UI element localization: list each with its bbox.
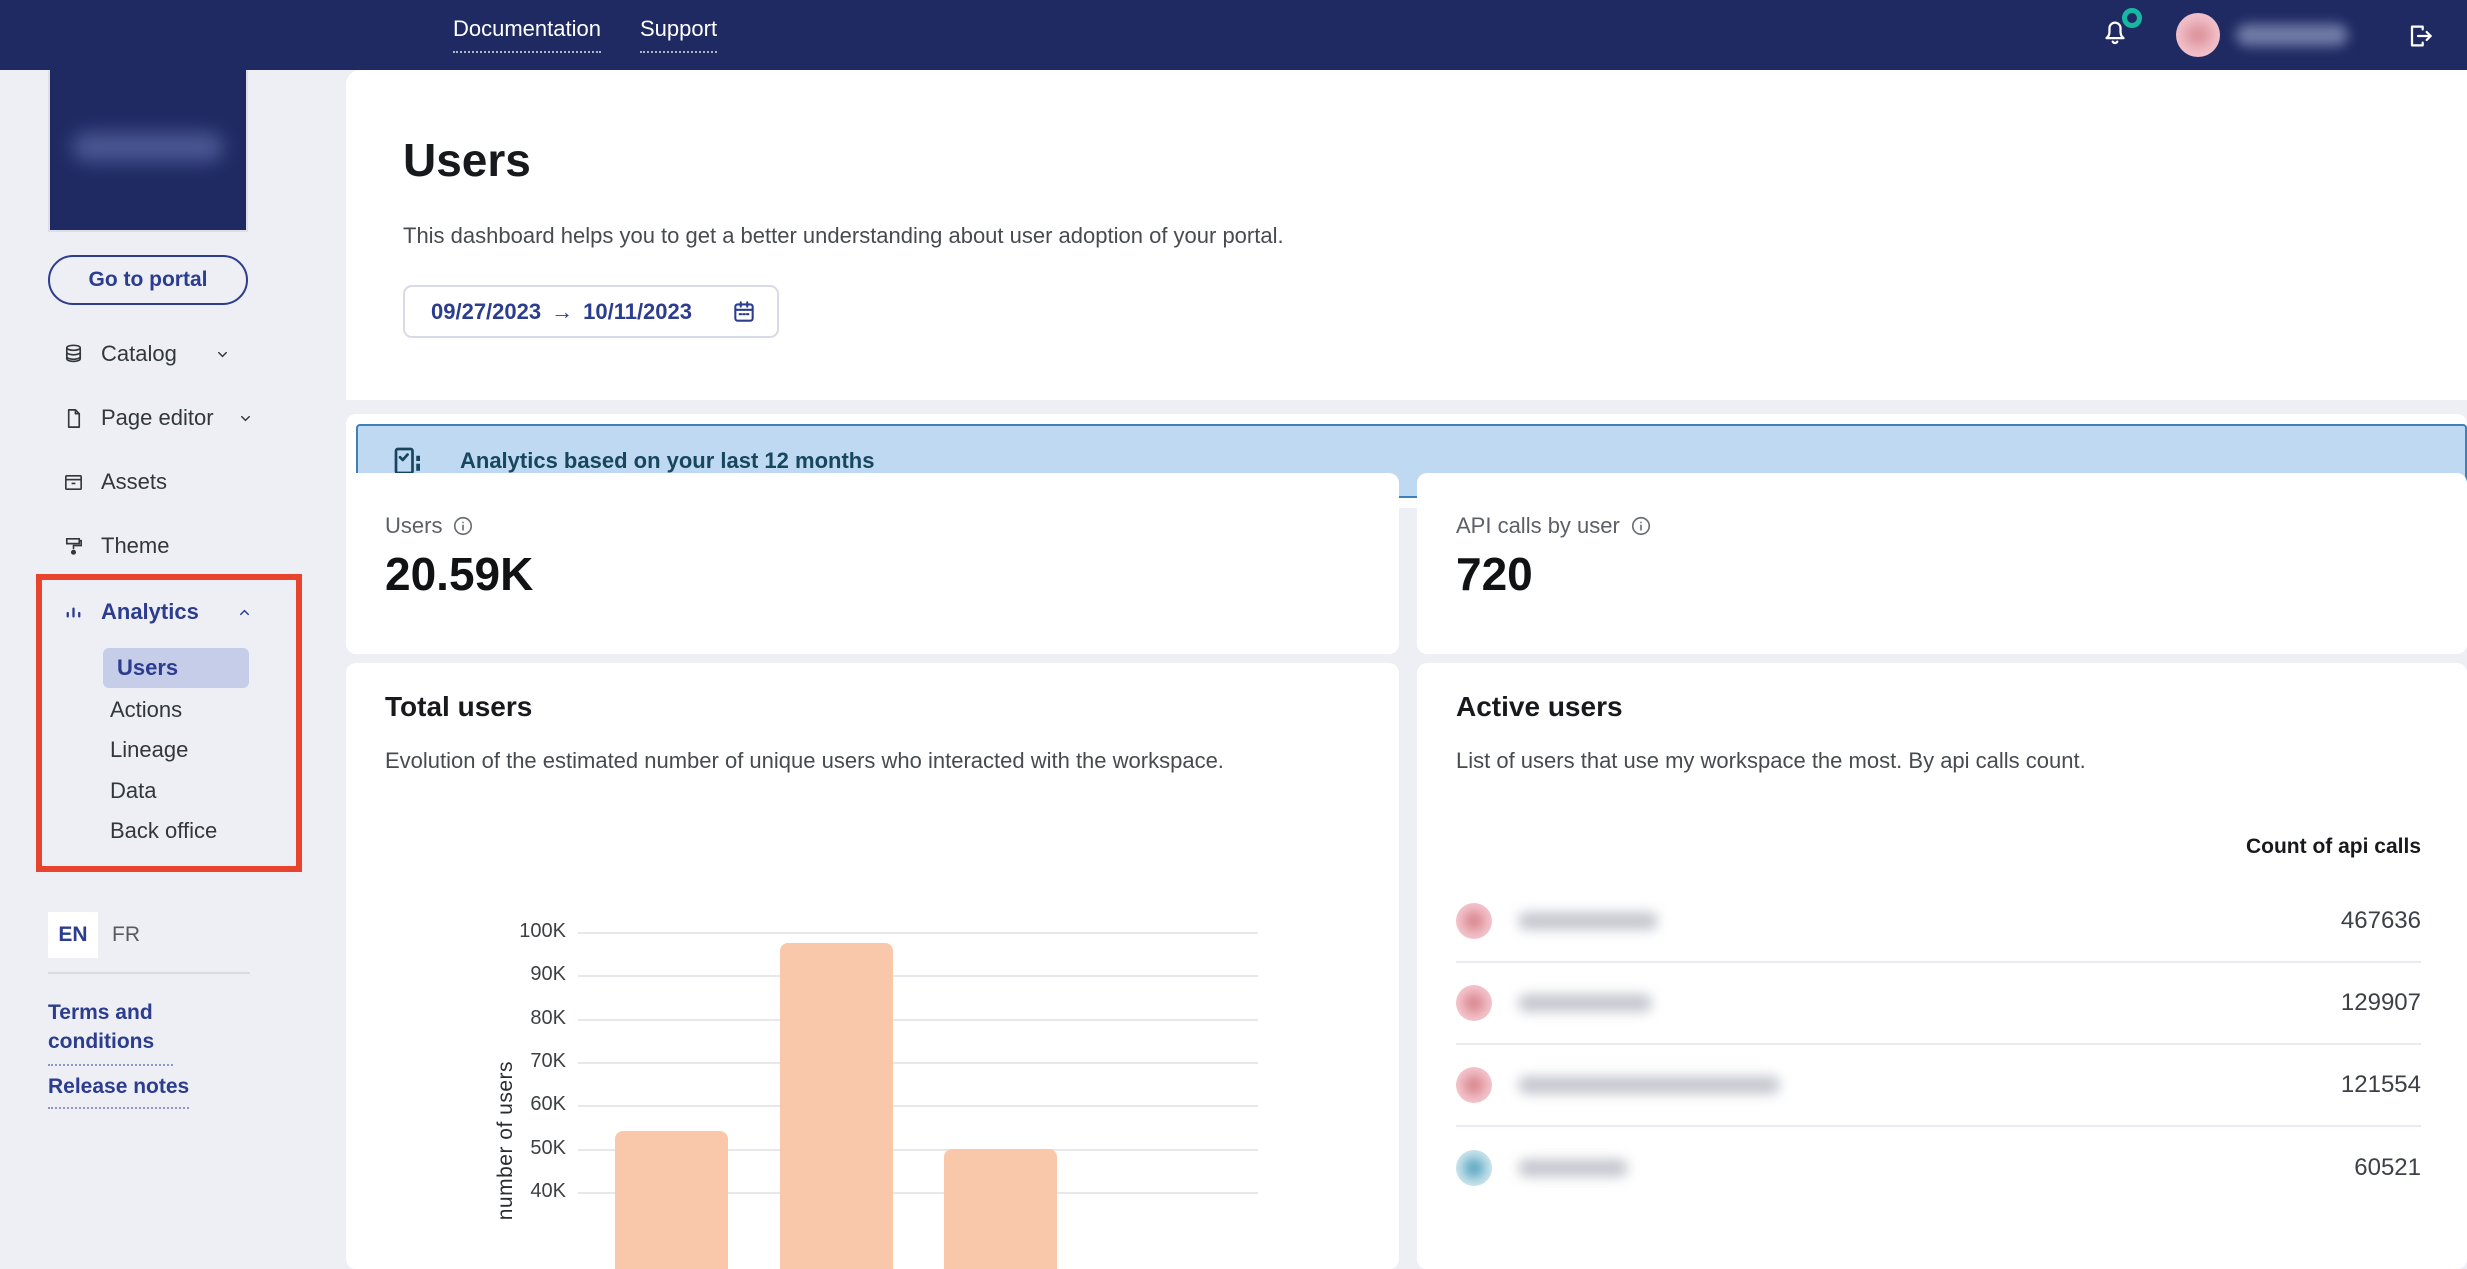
y-axis-tick-label: 60K bbox=[530, 1093, 566, 1116]
page-icon bbox=[67, 408, 81, 428]
sidebar-subitem-back-office[interactable]: Back office bbox=[110, 818, 217, 844]
card-title: Active users bbox=[1456, 691, 1623, 722]
chart-gridline bbox=[578, 1018, 1258, 1021]
card-description: List of users that use my workspace the … bbox=[1456, 748, 2086, 773]
sidebar-item-label: Analytics bbox=[101, 599, 199, 624]
sign-out-icon bbox=[2410, 25, 2432, 47]
logout-button[interactable] bbox=[2404, 20, 2436, 52]
table-row[interactable]: 60521 bbox=[1456, 1127, 2421, 1209]
page-header-card: Users This dashboard helps you to get a … bbox=[346, 70, 2467, 400]
archive-box-icon bbox=[65, 474, 82, 490]
page-title: Users bbox=[403, 134, 531, 186]
support-link[interactable]: Support bbox=[640, 16, 718, 53]
info-icon[interactable] bbox=[452, 515, 474, 537]
sidebar-item-analytics[interactable]: Analytics bbox=[62, 599, 252, 625]
user-avatar bbox=[1456, 985, 1492, 1021]
sidebar-item-catalog[interactable]: Catalog bbox=[62, 341, 230, 367]
calendar-icon bbox=[731, 299, 757, 325]
sidebar-item-theme[interactable]: Theme bbox=[62, 533, 169, 559]
logo-blurred-text bbox=[72, 132, 224, 162]
y-axis-tick-label: 70K bbox=[530, 1049, 566, 1072]
table-row[interactable]: 121554 bbox=[1456, 1045, 2421, 1127]
total-users-bar-chart: number of users 100K 90K 80K 70K 60K 50K 40K bbox=[346, 663, 1399, 1269]
bar-chart-icon bbox=[66, 607, 81, 617]
api-call-count: 129907 bbox=[2340, 989, 2421, 1016]
metric-value: 720 bbox=[1456, 548, 1533, 600]
active-users-card: Active users List of users that use my w… bbox=[1417, 663, 2467, 1269]
y-axis-tick-label: 100K bbox=[519, 920, 566, 942]
banner-text: Analytics based on your last 12 months bbox=[460, 448, 875, 473]
total-users-card: Total users Evolution of the estimated n… bbox=[346, 663, 1399, 1269]
y-axis-tick-label: 50K bbox=[530, 1136, 566, 1159]
username-blurred bbox=[1518, 1159, 1628, 1177]
chart-gridline bbox=[578, 975, 1258, 978]
chart-bar bbox=[615, 1131, 728, 1269]
info-icon[interactable] bbox=[1630, 515, 1652, 537]
sidebar-subitem-actions[interactable]: Actions bbox=[110, 697, 182, 723]
documentation-link[interactable]: Documentation bbox=[453, 16, 601, 53]
main-content: Users This dashboard helps you to get a … bbox=[346, 0, 2467, 1269]
user-avatar bbox=[1456, 1067, 1492, 1103]
chart-gridline bbox=[578, 1105, 1258, 1108]
top-navigation-bar: Documentation Support bbox=[0, 0, 2467, 70]
chart-bar bbox=[944, 1149, 1057, 1269]
sidebar-item-label: Page editor bbox=[101, 405, 214, 430]
arrow-right-icon: → bbox=[551, 298, 574, 324]
notifications-button[interactable] bbox=[2098, 8, 2142, 54]
chevron-down-icon bbox=[240, 415, 250, 421]
date-end: 10/11/2023 bbox=[583, 298, 693, 324]
table-row[interactable]: 467636 bbox=[1456, 881, 2421, 963]
sidebar-subitem-data[interactable]: Data bbox=[110, 778, 156, 804]
sidebar: Go to portal Catalog Page editor Assets … bbox=[0, 68, 346, 1269]
api-call-count: 467636 bbox=[2340, 907, 2421, 934]
sidebar-item-assets[interactable]: Assets bbox=[62, 469, 167, 495]
table-row[interactable]: 129907 bbox=[1456, 963, 2421, 1045]
date-start: 09/27/2023 bbox=[431, 298, 542, 324]
language-toggle-en[interactable]: EN bbox=[48, 912, 98, 958]
chart-gridline bbox=[578, 932, 1258, 934]
active-users-list: 467636 129907 121554 60521 bbox=[1456, 881, 2421, 1209]
count-of-api-calls-header: Count of api calls bbox=[2245, 835, 2421, 858]
y-axis-tick-label: 80K bbox=[530, 1006, 566, 1029]
chart-bar bbox=[780, 942, 893, 1269]
api-call-count: 121554 bbox=[2340, 1071, 2421, 1098]
page-description: This dashboard helps you to get a better… bbox=[403, 223, 1284, 248]
y-axis-tick-label: 90K bbox=[530, 963, 566, 986]
sidebar-item-page-editor[interactable]: Page editor bbox=[62, 405, 253, 431]
go-to-portal-button[interactable]: Go to portal bbox=[48, 255, 248, 305]
sidebar-divider bbox=[48, 972, 250, 974]
metric-value: 20.59K bbox=[385, 548, 534, 600]
notification-badge bbox=[2122, 8, 2142, 28]
user-avatar[interactable] bbox=[2176, 13, 2220, 57]
sidebar-subitem-lineage[interactable]: Lineage bbox=[110, 737, 188, 763]
release-notes-link[interactable]: Release notes bbox=[48, 1072, 190, 1109]
user-avatar bbox=[1456, 1150, 1492, 1186]
chart-gridline bbox=[578, 1061, 1258, 1064]
database-icon bbox=[65, 343, 82, 362]
chevron-down-icon bbox=[217, 351, 227, 357]
language-toggle-fr[interactable]: FR bbox=[112, 912, 140, 958]
paint-format-icon bbox=[65, 537, 82, 555]
avatar-blurred-photo bbox=[2184, 23, 2212, 47]
api-calls-metric-card: API calls by user 720 bbox=[1417, 473, 2467, 654]
metric-label: API calls by user bbox=[1456, 513, 1620, 538]
sidebar-item-label: Theme bbox=[101, 533, 170, 558]
username-blurred bbox=[1518, 912, 1658, 930]
users-metric-card: Users 20.59K bbox=[346, 473, 1399, 654]
chevron-up-icon bbox=[239, 609, 249, 615]
workspace-logo bbox=[48, 68, 248, 232]
api-call-count: 60521 bbox=[2354, 1154, 2421, 1181]
y-axis-tick-label: 40K bbox=[530, 1179, 566, 1202]
date-range-picker[interactable]: 09/27/2023 → 10/11/2023 bbox=[403, 285, 779, 338]
sidebar-item-label: Assets bbox=[101, 469, 168, 494]
username-blurred bbox=[1518, 994, 1652, 1012]
sidebar-subitem-users[interactable]: Users bbox=[103, 648, 249, 688]
sidebar-item-label: Catalog bbox=[101, 341, 177, 366]
username-blurred bbox=[2236, 24, 2348, 46]
metric-label: Users bbox=[385, 513, 443, 538]
username-blurred bbox=[1518, 1076, 1780, 1094]
user-avatar bbox=[1456, 903, 1492, 939]
terms-and-conditions-link[interactable]: Terms and conditions bbox=[48, 998, 173, 1066]
